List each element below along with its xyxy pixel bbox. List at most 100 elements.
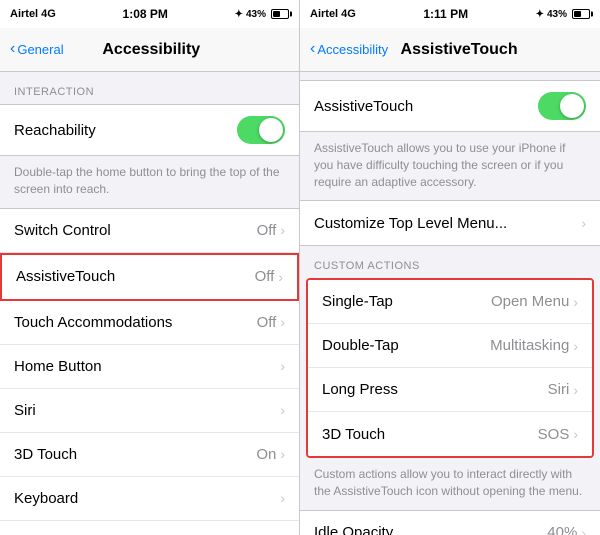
idle-opacity-right: 40% › (547, 524, 586, 535)
idle-opacity-group: Idle Opacity 40% › (300, 510, 600, 535)
keyboard-label: Keyboard (14, 490, 78, 507)
3d-touch-right-right: SOS › (538, 426, 578, 443)
assistivetouch-row[interactable]: AssistiveTouch Off › (2, 255, 297, 299)
time-right: 1:11 PM (423, 7, 468, 21)
reachability-desc: Double-tap the home button to bring the … (0, 156, 299, 208)
siri-right: › (280, 402, 285, 418)
home-button-row[interactable]: Home Button › (0, 345, 299, 389)
touch-accommodations-chevron: › (280, 314, 285, 330)
long-press-right: Siri › (548, 381, 578, 398)
status-icons-right: ✦ 43% (536, 9, 590, 20)
switch-control-right: Off › (257, 222, 285, 239)
keyboard-chevron: › (280, 490, 285, 506)
siri-row[interactable]: Siri › (0, 389, 299, 433)
bluetooth-icon-left: ✦ (235, 9, 243, 20)
3d-touch-right-row[interactable]: 3D Touch SOS › (308, 412, 592, 456)
assistivetouch-top-toggle[interactable] (538, 92, 586, 120)
single-tap-right: Open Menu › (491, 293, 578, 310)
battery-percent-right: 43% (547, 9, 567, 20)
home-button-chevron: › (280, 358, 285, 374)
status-icons-left: ✦ 43% (235, 9, 289, 20)
customize-chevron: › (581, 215, 586, 231)
nav-bar-left: ‹ General Accessibility (0, 28, 299, 72)
time-left: 1:08 PM (123, 7, 168, 21)
double-tap-value: Multitasking (490, 337, 569, 354)
long-press-chevron: › (573, 382, 578, 398)
status-bar-right: Airtel 4G 1:11 PM ✦ 43% (300, 0, 600, 28)
idle-opacity-chevron: › (581, 525, 586, 535)
switch-control-row[interactable]: Switch Control Off › (0, 209, 299, 253)
switch-control-chevron: › (280, 222, 285, 238)
assistivetouch-top-group: AssistiveTouch (300, 80, 600, 132)
idle-opacity-value: 40% (547, 524, 577, 535)
double-tap-chevron: › (573, 338, 578, 354)
main-settings-group: Switch Control Off › AssistiveTouch Off … (0, 208, 299, 535)
3d-touch-value: On (256, 446, 276, 463)
siri-chevron: › (280, 402, 285, 418)
section-interaction-header: INTERACTION (0, 72, 299, 104)
reachability-toggle[interactable] (237, 116, 285, 144)
page-title-left: Accessibility (14, 41, 289, 59)
touch-accommodations-row[interactable]: Touch Accommodations Off › (0, 301, 299, 345)
single-tap-value: Open Menu (491, 293, 569, 310)
page-title-right: AssistiveTouch (328, 41, 590, 59)
battery-icon-right (572, 9, 590, 19)
carrier-left: Airtel 4G (10, 8, 56, 20)
battery-icon-left (271, 9, 289, 19)
switch-control-value: Off (257, 222, 277, 239)
section-custom-actions-header: CUSTOM ACTIONS (300, 246, 600, 278)
shake-to-undo-row[interactable]: Shake to Undo On › (0, 521, 299, 535)
3d-touch-row[interactable]: 3D Touch On › (0, 433, 299, 477)
custom-actions-highlighted-group: Single-Tap Open Menu › Double-Tap Multit… (306, 278, 594, 458)
customize-right: › (581, 215, 586, 231)
assistivetouch-highlighted: AssistiveTouch Off › (0, 253, 299, 301)
long-press-label: Long Press (322, 381, 398, 398)
keyboard-row[interactable]: Keyboard › (0, 477, 299, 521)
right-panel: Airtel 4G 1:11 PM ✦ 43% ‹ Accessibility … (300, 0, 600, 535)
touch-accommodations-right: Off › (257, 314, 285, 331)
touch-accommodations-value: Off (257, 314, 277, 331)
assistivetouch-value: Off (255, 268, 275, 285)
3d-touch-chevron: › (280, 446, 285, 462)
keyboard-right: › (280, 490, 285, 506)
assistivetouch-label: AssistiveTouch (16, 268, 115, 285)
assistivetouch-top-row[interactable]: AssistiveTouch (300, 81, 600, 131)
siri-label: Siri (14, 402, 36, 419)
carrier-right: Airtel 4G (310, 8, 356, 20)
single-tap-chevron: › (573, 294, 578, 310)
back-chevron-right: ‹ (310, 40, 315, 58)
assistivetouch-chevron: › (278, 269, 283, 285)
double-tap-label: Double-Tap (322, 337, 399, 354)
home-button-label: Home Button (14, 358, 102, 375)
touch-accommodations-label: Touch Accommodations (14, 314, 172, 331)
customize-group: Customize Top Level Menu... › (300, 200, 600, 246)
single-tap-row[interactable]: Single-Tap Open Menu › (308, 280, 592, 324)
bluetooth-icon-right: ✦ (536, 9, 544, 20)
idle-opacity-label: Idle Opacity (314, 524, 393, 535)
3d-touch-right: On › (256, 446, 285, 463)
reachability-group: Reachability (0, 104, 299, 156)
assistivetouch-top-label: AssistiveTouch (314, 98, 413, 115)
3d-touch-right-label: 3D Touch (322, 426, 385, 443)
home-button-right: › (280, 358, 285, 374)
long-press-value: Siri (548, 381, 570, 398)
customize-row[interactable]: Customize Top Level Menu... › (300, 201, 600, 245)
reachability-label: Reachability (14, 122, 96, 139)
nav-bar-right: ‹ Accessibility AssistiveTouch (300, 28, 600, 72)
3d-touch-right-value: SOS (538, 426, 570, 443)
content-right: AssistiveTouch AssistiveTouch allows you… (300, 72, 600, 535)
double-tap-right: Multitasking › (490, 337, 578, 354)
3d-touch-right-chevron: › (573, 426, 578, 442)
battery-percent-left: 43% (246, 9, 266, 20)
3d-touch-label: 3D Touch (14, 446, 77, 463)
idle-opacity-row[interactable]: Idle Opacity 40% › (300, 511, 600, 535)
status-bar-left: Airtel 4G 1:08 PM ✦ 43% (0, 0, 299, 28)
long-press-row[interactable]: Long Press Siri › (308, 368, 592, 412)
reachability-row[interactable]: Reachability (0, 105, 299, 155)
left-panel: Airtel 4G 1:08 PM ✦ 43% ‹ General Access… (0, 0, 300, 535)
customize-label: Customize Top Level Menu... (314, 215, 507, 232)
assistivetouch-right: Off › (255, 268, 283, 285)
switch-control-label: Switch Control (14, 222, 111, 239)
custom-actions-desc: Custom actions allow you to interact dir… (300, 458, 600, 510)
double-tap-row[interactable]: Double-Tap Multitasking › (308, 324, 592, 368)
